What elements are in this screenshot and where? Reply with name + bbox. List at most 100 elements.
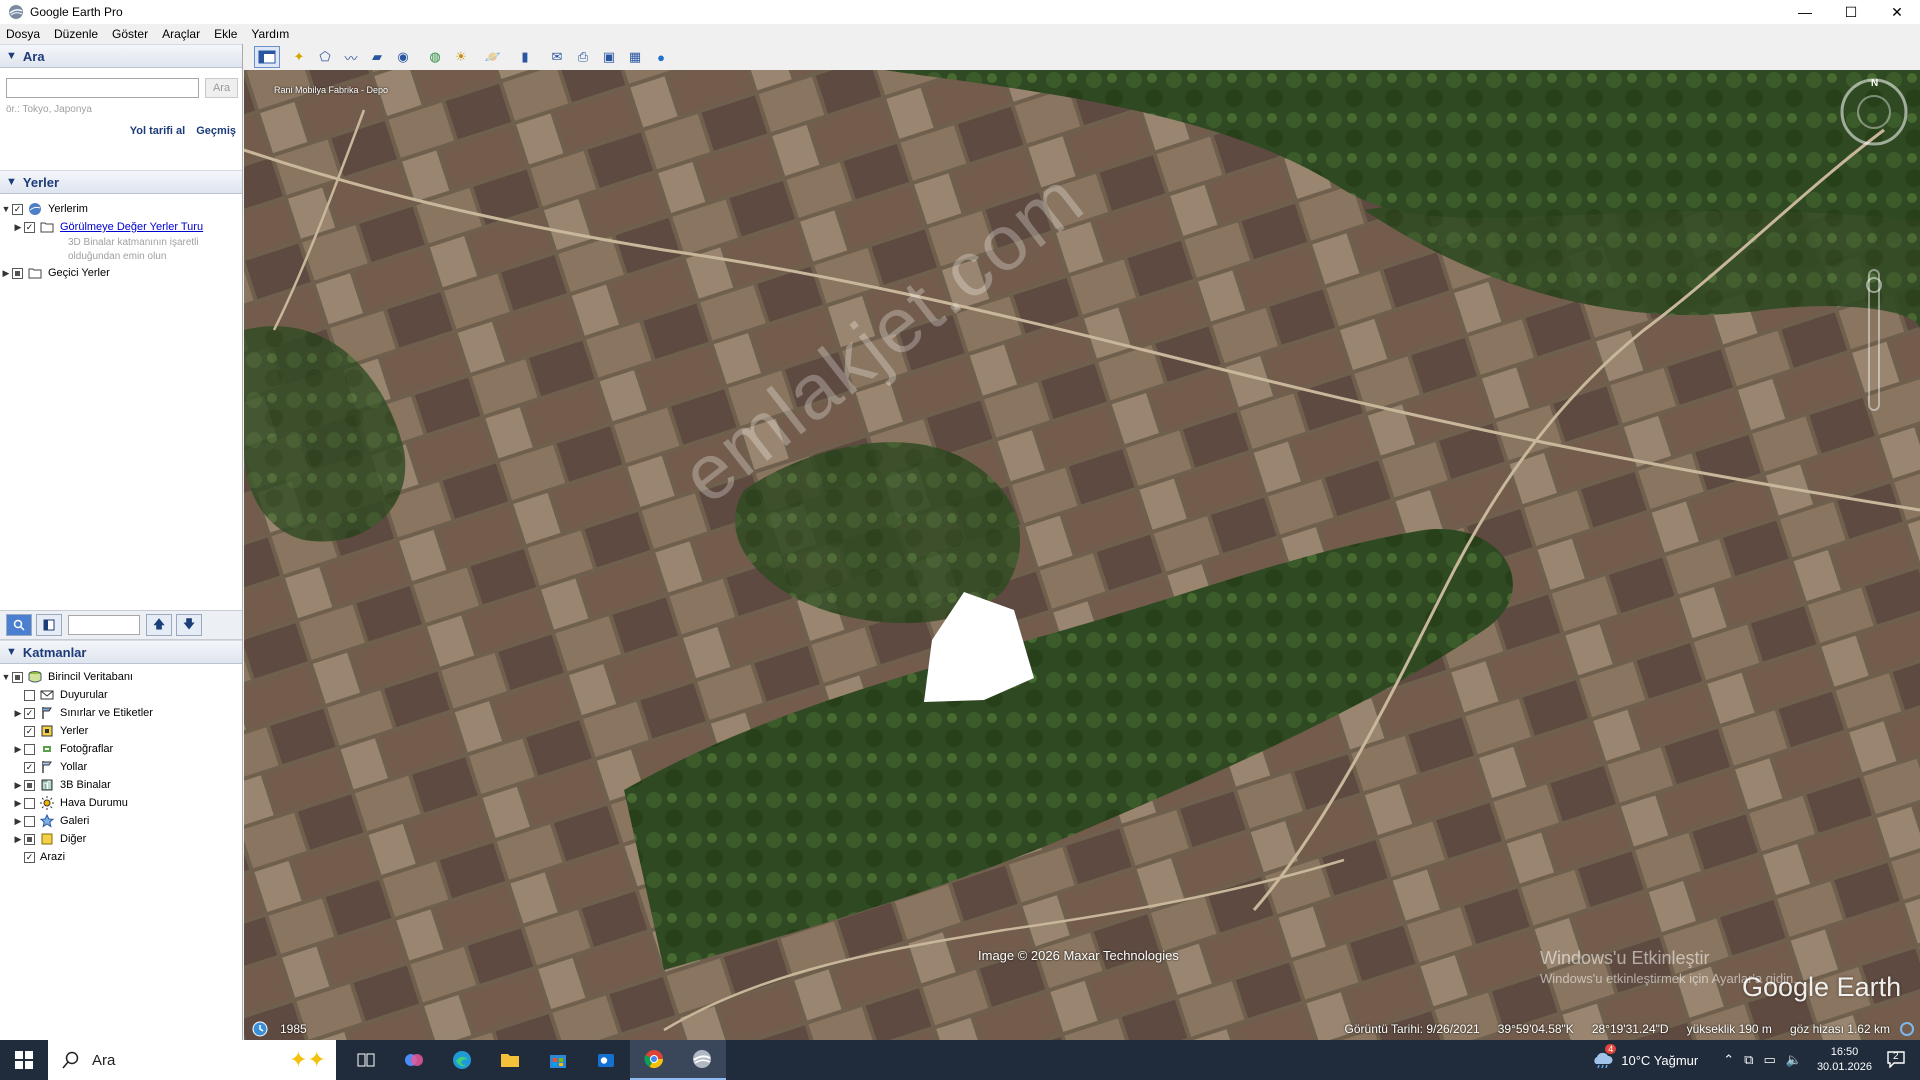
- layer-item-terrain[interactable]: ✓ Arazi: [0, 848, 242, 866]
- polygon-icon: ⬠: [319, 49, 331, 64]
- places-filter-input[interactable]: [68, 615, 140, 635]
- minimize-button[interactable]: —: [1782, 0, 1828, 24]
- expand-arrow-icon[interactable]: ▶: [12, 744, 24, 755]
- close-button[interactable]: ✕: [1874, 0, 1920, 24]
- taskbar-search[interactable]: Ara ✦✦: [48, 1040, 336, 1080]
- chrome-button[interactable]: [630, 1040, 678, 1080]
- places-section-header[interactable]: ▼ Yerler: [0, 170, 242, 194]
- switch-planet-button[interactable]: 🪐: [480, 46, 506, 68]
- collapse-arrow-icon[interactable]: ▼: [0, 204, 12, 214]
- menu-bar: Dosya Düzenle Göster Araçlar Ekle Yardım: [0, 24, 1920, 44]
- print-button[interactable]: ⎙: [570, 46, 596, 68]
- add-placemark-button[interactable]: ✦: [286, 46, 312, 68]
- tree-item-my-places[interactable]: ▼ ✓ Yerlerim: [0, 200, 242, 218]
- history-link[interactable]: Geçmiş: [196, 125, 236, 137]
- checkbox[interactable]: [24, 815, 35, 827]
- file-explorer-button[interactable]: [486, 1040, 534, 1080]
- layer-item-3d-buildings[interactable]: ▶ 3B Binalar: [0, 776, 242, 794]
- network-icon[interactable]: ▭: [1763, 1052, 1775, 1068]
- maximize-button[interactable]: ☐: [1828, 0, 1874, 24]
- chevron-up-icon[interactable]: ⌃: [1723, 1052, 1734, 1068]
- menu-add[interactable]: Ekle: [214, 27, 237, 41]
- notification-button[interactable]: 2: [1886, 1050, 1906, 1071]
- start-button[interactable]: [0, 1040, 48, 1080]
- record-tour-button[interactable]: ◉: [390, 46, 416, 68]
- map-view[interactable]: Rani Mobilya Fabrika - Depo N emlakjet.c…: [244, 70, 1920, 1040]
- menu-file[interactable]: Dosya: [6, 27, 40, 41]
- move-down-button[interactable]: 🡇: [176, 614, 202, 636]
- copilot-button[interactable]: [390, 1040, 438, 1080]
- expand-arrow-icon[interactable]: ▶: [12, 798, 24, 809]
- historical-imagery-icon[interactable]: [252, 1021, 268, 1037]
- expand-arrow-icon[interactable]: ▶: [12, 780, 24, 791]
- google-earth-button[interactable]: [678, 1040, 726, 1080]
- layer-item-photos[interactable]: ▶ Fotoğraflar: [0, 740, 242, 758]
- checkbox[interactable]: [24, 797, 35, 809]
- search-button[interactable]: Ara: [205, 78, 238, 98]
- tree-item-temporary-places[interactable]: ▶ Geçici Yerler: [0, 264, 242, 282]
- layer-item-announcements[interactable]: Duyurular: [0, 686, 242, 704]
- checkbox[interactable]: ✓: [12, 203, 23, 215]
- checkbox[interactable]: [12, 671, 23, 683]
- copilot-icon: [405, 1054, 423, 1066]
- streaming-indicator-icon: [1900, 1022, 1914, 1036]
- store-button[interactable]: [534, 1040, 582, 1080]
- view-in-maps-button[interactable]: ▦: [622, 46, 648, 68]
- search-input[interactable]: [6, 78, 199, 98]
- checkbox[interactable]: ✓: [24, 725, 35, 737]
- layer-item-gallery[interactable]: ▶ Galeri: [0, 812, 242, 830]
- checkbox[interactable]: ✓: [24, 707, 35, 719]
- collapse-arrow-icon[interactable]: ▼: [0, 672, 12, 682]
- search-section-header[interactable]: ▼ Ara: [0, 44, 242, 68]
- meet-now-icon[interactable]: ⧉: [1744, 1052, 1753, 1068]
- layer-item-borders[interactable]: ▶ ✓ Sınırlar ve Etiketler: [0, 704, 242, 722]
- checkbox[interactable]: [24, 833, 35, 845]
- layer-item-weather[interactable]: ▶ Hava Durumu: [0, 794, 242, 812]
- expand-arrow-icon[interactable]: ▶: [12, 222, 24, 233]
- volume-icon[interactable]: 🔈: [1786, 1052, 1802, 1068]
- toggle-panel-button[interactable]: [36, 614, 62, 636]
- tree-item-link[interactable]: Görülmeye Değer Yerler Turu: [60, 221, 203, 233]
- add-path-button[interactable]: 〰: [338, 46, 364, 68]
- layer-root[interactable]: ▼ Birincil Veritabanı: [0, 668, 242, 686]
- email-button[interactable]: ✉: [544, 46, 570, 68]
- expand-arrow-icon[interactable]: ▶: [12, 816, 24, 827]
- tree-item-sightseeing-tour[interactable]: ▶ ✓ Görülmeye Değer Yerler Turu: [0, 218, 242, 236]
- expand-arrow-icon[interactable]: ▶: [12, 708, 24, 719]
- place-label[interactable]: Rani Mobilya Fabrika - Depo: [274, 85, 388, 95]
- checkbox[interactable]: [24, 689, 35, 701]
- checkbox[interactable]: [12, 267, 23, 279]
- checkbox[interactable]: ✓: [24, 221, 35, 233]
- checkbox[interactable]: [24, 779, 35, 791]
- menu-view[interactable]: Göster: [112, 27, 148, 41]
- layer-item-roads[interactable]: ✓ Yollar: [0, 758, 242, 776]
- checkbox[interactable]: ✓: [24, 851, 35, 863]
- weather-widget[interactable]: 4 10°C Yağmur: [1591, 1043, 1698, 1071]
- sunlight-button[interactable]: ☀: [448, 46, 474, 68]
- directions-link[interactable]: Yol tarifi al: [130, 125, 185, 137]
- move-up-button[interactable]: 🡅: [146, 614, 172, 636]
- expand-arrow-icon[interactable]: ▶: [0, 268, 12, 279]
- checkbox[interactable]: ✓: [24, 761, 35, 773]
- save-image-button[interactable]: ▣: [596, 46, 622, 68]
- add-image-overlay-button[interactable]: ▰: [364, 46, 390, 68]
- clock[interactable]: 16:50 30.01.2026: [1817, 1045, 1872, 1075]
- task-view-button[interactable]: [342, 1040, 390, 1080]
- expand-arrow-icon[interactable]: ▶: [12, 834, 24, 845]
- outlook-button[interactable]: [582, 1040, 630, 1080]
- photos-icon: [43, 746, 51, 752]
- checkbox[interactable]: [24, 743, 35, 755]
- menu-tools[interactable]: Araçlar: [162, 27, 200, 41]
- search-places-button[interactable]: [6, 614, 32, 636]
- add-polygon-button[interactable]: ⬠: [312, 46, 338, 68]
- menu-help[interactable]: Yardım: [251, 27, 289, 41]
- ruler-button[interactable]: ▮: [512, 46, 538, 68]
- earth-button[interactable]: ●: [648, 46, 674, 68]
- edge-button[interactable]: [438, 1040, 486, 1080]
- layers-section-header[interactable]: ▼ Katmanlar: [0, 640, 242, 664]
- layer-item-places[interactable]: ✓ Yerler: [0, 722, 242, 740]
- historical-imagery-button[interactable]: ◍: [422, 46, 448, 68]
- sidebar-toggle-button[interactable]: [254, 46, 280, 68]
- menu-edit[interactable]: Düzenle: [54, 27, 98, 41]
- layer-item-other[interactable]: ▶ Diğer: [0, 830, 242, 848]
